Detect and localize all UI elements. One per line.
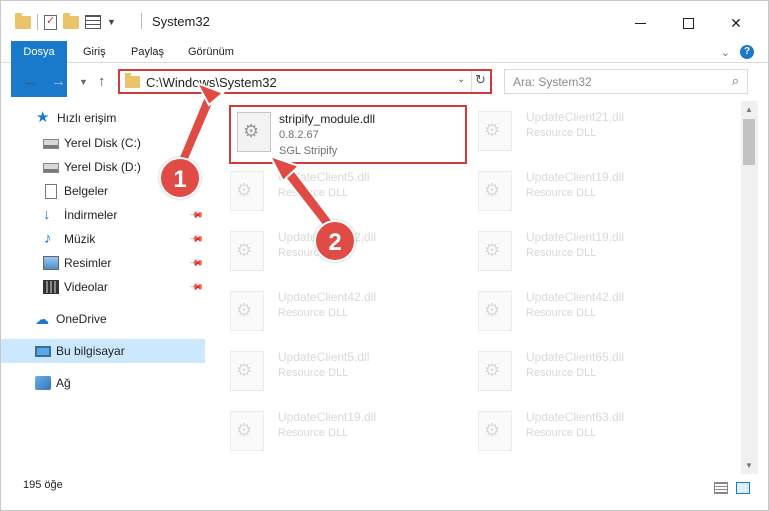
explorer-window: ▼ System32 ✕ Dosya Giriş Paylaş Görünüm …: [0, 0, 769, 511]
annotation-arrows: [175, 81, 336, 232]
annotation-badge-2: 2: [314, 220, 356, 262]
annotation-badge-1: 1: [159, 157, 201, 199]
arrow-1: [175, 95, 216, 168]
arrow-1-head: [194, 81, 225, 107]
